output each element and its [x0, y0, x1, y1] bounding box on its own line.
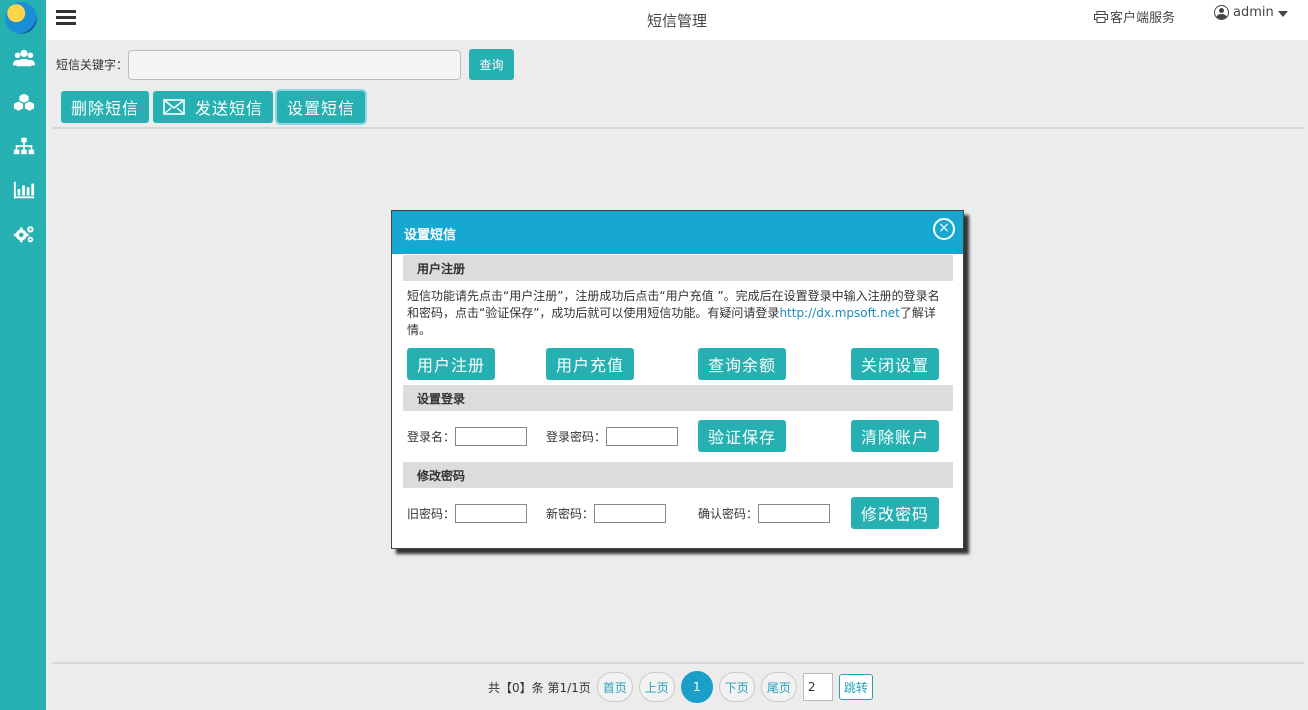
query-balance-button[interactable]: 查询余额 [698, 348, 786, 380]
mpsoft-link[interactable]: http://dx.mpsoft.net [779, 306, 899, 320]
toolbar-divider [52, 127, 1304, 129]
logo-icon [5, 2, 37, 34]
client-service-label: 客户端服务 [1110, 11, 1176, 26]
send-sms-button[interactable]: 发送短信 [153, 91, 273, 123]
old-password-input[interactable] [455, 504, 527, 523]
envelope-icon [163, 99, 185, 115]
user-recharge-button[interactable]: 用户充值 [546, 348, 634, 380]
delete-sms-button[interactable]: 删除短信 [61, 91, 149, 123]
printer-icon [1094, 10, 1108, 23]
keyword-search-input[interactable] [128, 50, 461, 80]
query-button[interactable]: 查询 [469, 49, 514, 80]
caret-down-icon [1277, 10, 1288, 17]
login-name-label: 登录名： [407, 430, 456, 444]
old-password-label: 旧密码： [407, 507, 456, 521]
confirm-password-label: 确认密码： [698, 507, 759, 521]
user-avatar-icon [1214, 5, 1229, 20]
pagination-summary: 共【0】条 第1/1页 [488, 680, 591, 695]
close-setup-button[interactable]: 关闭设置 [851, 348, 939, 380]
cubes-icon[interactable] [12, 92, 36, 112]
bar-chart-icon[interactable] [12, 180, 36, 200]
verify-save-button[interactable]: 验证保存 [698, 420, 786, 452]
dialog-header: 设置短信 × [392, 211, 963, 254]
goto-page-input[interactable]: 2 [802, 673, 833, 701]
goto-page-button[interactable]: 跳转 [838, 674, 873, 700]
new-password-input[interactable] [594, 504, 666, 523]
cogs-icon[interactable] [12, 224, 36, 244]
sitemap-icon[interactable] [12, 136, 36, 156]
current-page-button[interactable]: 1 [680, 671, 713, 703]
footer-divider [52, 662, 1304, 664]
client-service-link[interactable]: 客户端服务 [1094, 7, 1175, 26]
search-label: 短信关键字： [56, 58, 129, 72]
users-icon[interactable] [12, 48, 36, 68]
send-sms-label: 发送短信 [194, 99, 263, 118]
sidebar [0, 0, 46, 710]
login-name-input[interactable] [455, 427, 527, 446]
dialog-title: 设置短信 [404, 228, 457, 243]
username: admin [1233, 5, 1274, 20]
login-password-label: 登录密码： [546, 430, 607, 444]
password-section-header: 修改密码 [403, 462, 953, 488]
register-description: 短信功能请先点击“用户注册”，注册成功后点击“用户充值 ”。完成后在设置登录中输… [407, 288, 947, 339]
top-header: 短信管理 客户端服务 admin [46, 0, 1308, 40]
user-register-button[interactable]: 用户注册 [407, 348, 495, 380]
sms-settings-dialog: 设置短信 × 用户注册 短信功能请先点击“用户注册”，注册成功后点击“用户充值 … [391, 210, 964, 549]
close-icon[interactable]: × [933, 218, 955, 240]
setup-sms-button[interactable]: 设置短信 [277, 91, 365, 123]
user-menu[interactable]: admin [1214, 5, 1288, 20]
pagination: 共【0】条 第1/1页 首页 上页 1 下页 尾页 2 跳转 [488, 671, 873, 703]
prev-page-button[interactable]: 上页 [638, 672, 675, 702]
change-password-button[interactable]: 修改密码 [851, 497, 939, 529]
register-section-header: 用户注册 [403, 255, 953, 281]
login-section-header: 设置登录 [403, 385, 953, 411]
confirm-password-input[interactable] [758, 504, 830, 523]
new-password-label: 新密码： [546, 507, 595, 521]
next-page-button[interactable]: 下页 [718, 672, 755, 702]
first-page-button[interactable]: 首页 [596, 672, 633, 702]
login-password-input[interactable] [606, 427, 678, 446]
last-page-button[interactable]: 尾页 [760, 672, 797, 702]
clear-account-button[interactable]: 清除账户 [851, 420, 939, 452]
